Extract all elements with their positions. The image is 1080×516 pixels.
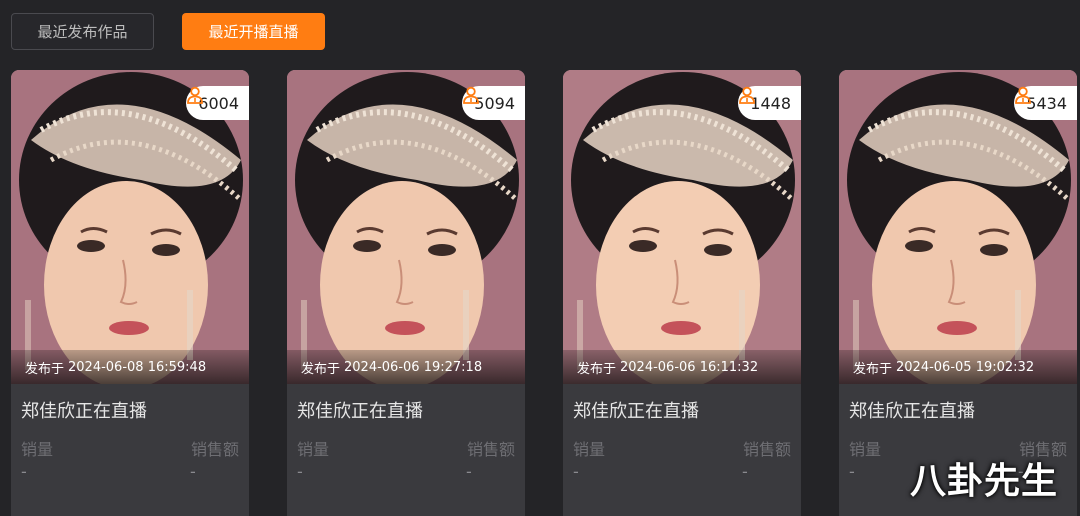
live-thumbnail[interactable]: 1448 发布于 2024-06-06 16:11:32 (563, 70, 801, 384)
card-title[interactable]: 郑佳欣正在直播 (573, 397, 699, 423)
revenue-value: - (742, 462, 748, 481)
tab-recent-works[interactable]: 最近发布作品 (11, 13, 154, 50)
viewer-count: 6004 (198, 93, 239, 113)
sales-label: 销量 (573, 440, 606, 459)
user-icon (739, 86, 756, 104)
publish-time-bar: 发布于 2024-06-06 16:11:32 (563, 350, 801, 384)
sales-label: 销量 (849, 440, 882, 459)
publish-time-bar: 发布于 2024-06-08 16:59:48 (11, 350, 249, 384)
live-card[interactable]: 5094 发布于 2024-06-06 19:27:18 郑佳欣正在直播 销量 … (287, 70, 525, 516)
card-title[interactable]: 郑佳欣正在直播 (297, 397, 423, 423)
viewer-count: 5094 (474, 93, 515, 113)
live-thumbnail[interactable]: 5094 发布于 2024-06-06 19:27:18 (287, 70, 525, 384)
published-at: 2024-06-06 16:11:32 (620, 359, 759, 375)
published-label: 发布于 (853, 361, 893, 377)
viewer-count-badge: 6004 (186, 86, 249, 120)
sales-value: - (297, 462, 303, 481)
revenue-value: - (466, 462, 472, 481)
viewer-count-badge: 5434 (1014, 86, 1077, 120)
sales-value: - (21, 462, 27, 481)
sales-value: - (849, 462, 855, 481)
sales-value: - (573, 462, 579, 481)
revenue-label: 销售额 (466, 440, 515, 459)
live-thumbnail[interactable]: 6004 发布于 2024-06-08 16:59:48 (11, 70, 249, 384)
live-thumbnail[interactable]: 5434 发布于 2024-06-05 19:02:32 (839, 70, 1077, 384)
user-icon (463, 86, 480, 104)
live-card[interactable]: 5434 发布于 2024-06-05 19:02:32 郑佳欣正在直播 销量 … (839, 70, 1077, 516)
published-at: 2024-06-06 19:27:18 (344, 359, 483, 375)
user-icon (187, 86, 204, 104)
user-icon (1015, 86, 1032, 104)
viewer-count-badge: 1448 (738, 86, 801, 120)
publish-time-bar: 发布于 2024-06-06 19:27:18 (287, 350, 525, 384)
viewer-count: 1448 (750, 93, 791, 113)
tab-recent-live[interactable]: 最近开播直播 (182, 13, 325, 50)
sales-label: 销量 (21, 440, 54, 459)
published-at: 2024-06-08 16:59:48 (68, 359, 207, 375)
live-card[interactable]: 6004 发布于 2024-06-08 16:59:48 郑佳欣正在直播 销量 … (11, 70, 249, 516)
published-label: 发布于 (25, 361, 65, 377)
published-label: 发布于 (577, 361, 617, 377)
live-card[interactable]: 1448 发布于 2024-06-06 16:11:32 郑佳欣正在直播 销量 … (563, 70, 801, 516)
published-label: 发布于 (301, 361, 341, 377)
viewer-count: 5434 (1026, 93, 1067, 113)
watermark-text: 八卦先生 (909, 461, 1058, 502)
published-at: 2024-06-05 19:02:32 (896, 359, 1035, 375)
publish-time-bar: 发布于 2024-06-05 19:02:32 (839, 350, 1077, 384)
card-title[interactable]: 郑佳欣正在直播 (21, 397, 147, 423)
revenue-label: 销售额 (742, 440, 791, 459)
sales-label: 销量 (297, 440, 330, 459)
card-title[interactable]: 郑佳欣正在直播 (849, 397, 975, 423)
live-records-page: 最近发布作品 最近开播直播 6004 发布于 2024-06-08 16:59:… (0, 0, 1080, 516)
viewer-count-badge: 5094 (462, 86, 525, 120)
revenue-value: - (190, 462, 196, 481)
revenue-label: 销售额 (190, 440, 239, 459)
